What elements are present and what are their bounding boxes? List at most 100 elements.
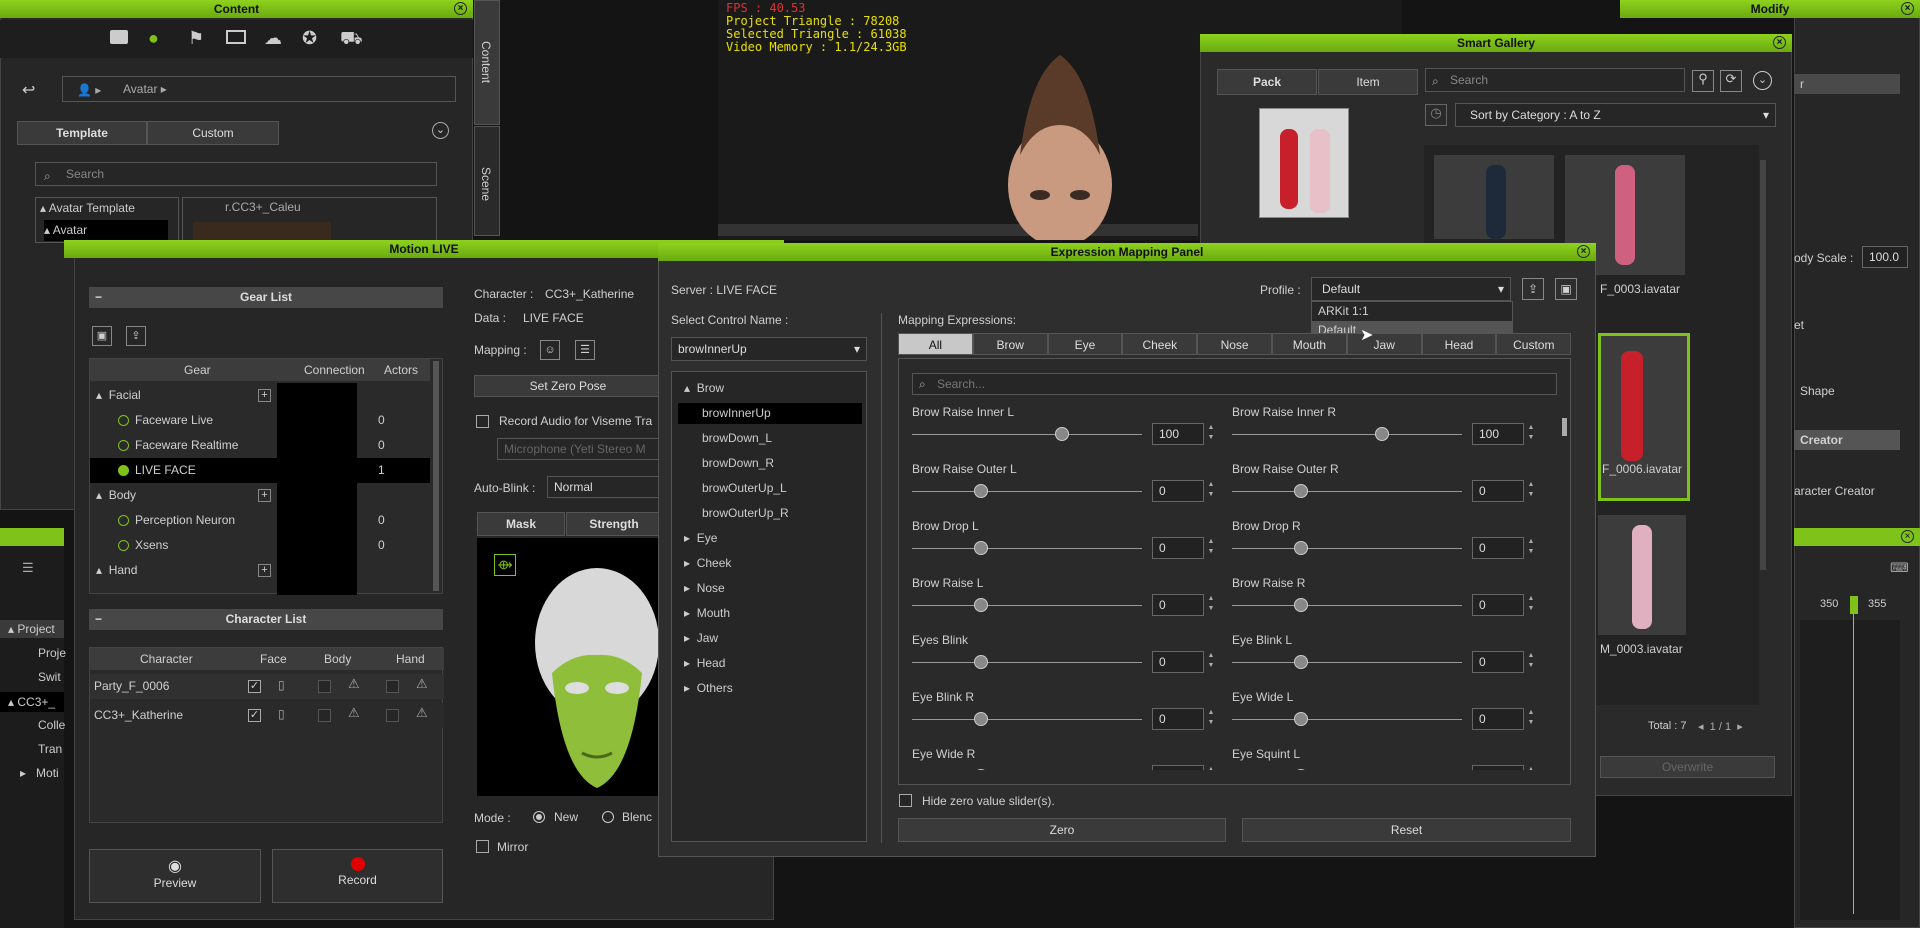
expression-search-input[interactable]: ⌕ Search... — [912, 373, 1557, 395]
tree-brow[interactable]: ▴ Brow — [684, 378, 724, 399]
slider-value-input[interactable]: 0 — [1152, 594, 1204, 616]
chevron-down-icon[interactable]: ⌄ — [1753, 71, 1772, 90]
slider-track[interactable] — [912, 434, 1142, 435]
mode-blend-radio[interactable] — [602, 811, 614, 823]
load-icon[interactable]: ⇪ — [126, 326, 146, 346]
slider-track[interactable] — [912, 491, 1142, 492]
folder-icon[interactable] — [110, 30, 128, 44]
tab-pack[interactable]: Pack — [1217, 69, 1317, 95]
slider-knob[interactable] — [974, 598, 988, 612]
spin-arrows-icon[interactable]: ▲▼ — [1206, 651, 1216, 673]
slider-track[interactable] — [1232, 719, 1462, 720]
spin-arrows-icon[interactable]: ▲▼ — [1526, 651, 1536, 673]
gallery-item-0[interactable] — [1434, 155, 1554, 239]
gallery-search-input[interactable]: ⌕ Search — [1425, 68, 1685, 92]
spin-arrows-icon[interactable]: ▲▼ — [1206, 423, 1216, 445]
hide-zero-checkbox[interactable] — [899, 794, 912, 807]
gallery-sort-select[interactable]: Sort by Category : A to Z ▾ — [1455, 103, 1776, 127]
tab-custom[interactable]: Custom — [1496, 333, 1572, 355]
slider-track[interactable] — [1232, 662, 1462, 663]
slider-track[interactable] — [1232, 434, 1462, 435]
chevron-down-icon[interactable]: ⌄ — [432, 122, 449, 139]
image-icon[interactable] — [226, 30, 246, 44]
spin-arrows-icon[interactable]: ▲▼ — [1206, 480, 1216, 502]
spin-arrows-icon[interactable]: ▲▼ — [1526, 423, 1536, 445]
gear-list-header[interactable]: − Gear List — [89, 287, 443, 308]
gift-icon[interactable]: ⛟ — [340, 28, 363, 52]
slider-knob[interactable] — [974, 712, 988, 726]
list-icon[interactable]: ☰ — [575, 340, 595, 360]
modify-shape[interactable]: Shape — [1800, 384, 1835, 398]
tab-jaw[interactable]: Jaw — [1346, 333, 1422, 355]
slider-track[interactable] — [1232, 605, 1462, 606]
slider-knob[interactable] — [1294, 541, 1308, 555]
filter-icon[interactable]: ⚲ — [1692, 70, 1714, 92]
slider-value-input[interactable]: 100 — [1472, 423, 1524, 445]
spin-arrows-icon[interactable]: ▲▼ — [1526, 537, 1536, 559]
tab-custom[interactable]: Custom — [147, 121, 279, 145]
avatar-icon[interactable]: ● — [148, 28, 170, 50]
slider-value-input[interactable]: 0 — [1472, 594, 1524, 616]
history-icon[interactable]: ◷ — [1425, 104, 1447, 126]
pack-thumbnail[interactable] — [1259, 108, 1349, 218]
reset-button[interactable]: Reset — [1242, 818, 1571, 842]
spin-arrows-icon[interactable]: ▲▼ — [1206, 708, 1216, 730]
slider-value-input[interactable]: 0 — [1152, 480, 1204, 502]
spin-arrows-icon[interactable]: ▲▼ — [1206, 765, 1216, 770]
slider-knob[interactable] — [974, 484, 988, 498]
modify-row-r[interactable]: r — [1794, 74, 1900, 94]
side-tab-content[interactable]: Content — [474, 0, 500, 125]
spin-arrows-icon[interactable]: ▲▼ — [1526, 708, 1536, 730]
set-zero-pose-button[interactable]: Set Zero Pose — [474, 375, 662, 397]
close-icon[interactable]: × — [1901, 2, 1914, 15]
mirror-checkbox[interactable] — [476, 840, 489, 853]
face-mapping-icon[interactable]: ☺ — [540, 340, 560, 360]
tab-all[interactable]: All — [898, 333, 973, 355]
tree-avatar-template[interactable]: ▴ Avatar Template — [40, 198, 135, 219]
save-icon[interactable]: ▣ — [92, 326, 112, 346]
collapse-icon[interactable]: − — [95, 287, 102, 308]
tab-item[interactable]: Item — [1318, 69, 1418, 95]
slider-value-input[interactable]: 100 — [1152, 423, 1204, 445]
save-icon[interactable]: ▣ — [1555, 278, 1577, 300]
slider-value-input[interactable]: 0 — [1152, 651, 1204, 673]
slider-knob[interactable] — [1294, 655, 1308, 669]
close-icon[interactable]: × — [1577, 245, 1590, 258]
spin-arrows-icon[interactable]: ▲▼ — [1526, 765, 1536, 770]
slider-track[interactable] — [912, 605, 1142, 606]
slider-value-input[interactable]: 0 — [1152, 708, 1204, 730]
slider-knob[interactable] — [1374, 427, 1389, 441]
slider-value-input[interactable]: 0 — [1472, 651, 1524, 673]
slider-track[interactable] — [1232, 491, 1462, 492]
slider-value-input[interactable]: 0 — [1472, 537, 1524, 559]
profile-option-arkit[interactable]: ARKit 1:1 — [1312, 302, 1512, 321]
back-icon[interactable]: ↩ — [22, 80, 35, 100]
expression-scrollbar[interactable] — [1562, 418, 1567, 436]
modify-set[interactable]: et — [1794, 318, 1804, 332]
tab-head[interactable]: Head — [1421, 333, 1497, 355]
slider-track[interactable] — [912, 662, 1142, 663]
tab-mouth[interactable]: Mouth — [1272, 333, 1347, 355]
select-control-select[interactable]: browInnerUp ▾ — [671, 337, 867, 361]
tab-eye[interactable]: Eye — [1047, 333, 1123, 355]
content-search-input[interactable]: ⌕ Search — [35, 162, 437, 186]
spin-arrows-icon[interactable]: ▲▼ — [1206, 537, 1216, 559]
refresh-icon[interactable]: ⟳ — [1720, 70, 1742, 92]
preview-button[interactable]: ◉ Preview — [89, 849, 261, 903]
thumb-label[interactable]: r.CC3+_Caleu — [225, 200, 301, 214]
spin-arrows-icon[interactable]: ▲▼ — [1526, 480, 1536, 502]
spin-arrows-icon[interactable]: ▲▼ — [1206, 594, 1216, 616]
tab-template[interactable]: Template — [17, 121, 147, 145]
side-tab-scene[interactable]: Scene — [474, 126, 500, 236]
body-scale-input[interactable]: 100.0 — [1862, 246, 1908, 268]
prop-icon[interactable]: ☁ — [264, 28, 282, 49]
slider-value-input[interactable]: 0 — [1152, 537, 1204, 559]
slider-track[interactable] — [912, 548, 1142, 549]
slider-knob[interactable] — [1294, 712, 1308, 726]
slider-track[interactable] — [1232, 548, 1462, 549]
slider-knob[interactable] — [974, 541, 988, 555]
tab-brow[interactable]: Brow — [972, 333, 1048, 355]
slider-value-input[interactable]: 0 — [1472, 765, 1524, 770]
slider-knob[interactable] — [1054, 427, 1069, 441]
tree-avatar[interactable]: ▴ Avatar — [44, 220, 168, 241]
